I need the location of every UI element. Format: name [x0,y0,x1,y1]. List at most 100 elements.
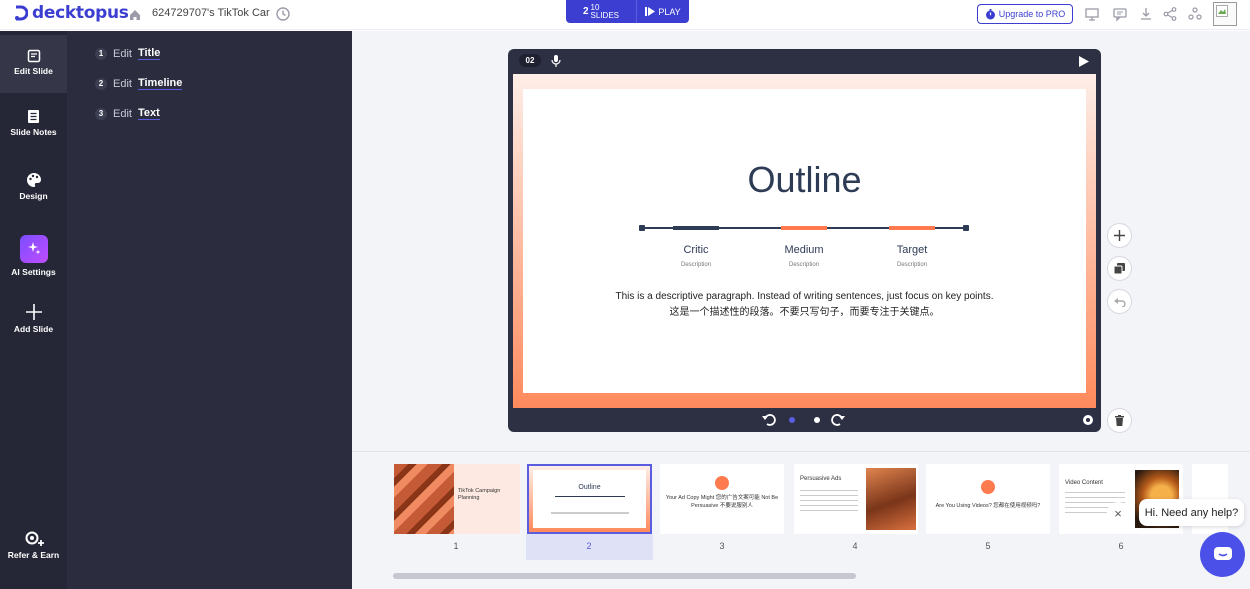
slide-paragraph[interactable]: This is a descriptive paragraph. Instead… [523,289,1086,321]
timeline-description[interactable]: Description [862,262,962,268]
redo-transition-icon[interactable] [831,413,845,427]
paragraph-chinese: 这是一个描述性的段落。不要只写句子，而要专注于关键点。 [669,307,940,318]
history-icon[interactable] [275,6,291,22]
timeline-start-dot [639,225,645,231]
home-icon[interactable] [128,8,142,22]
slide-dot[interactable] [814,417,820,423]
duplicate-slide-button[interactable] [1107,256,1132,281]
broken-image-icon [1216,5,1228,17]
timeline-end-dot [963,225,969,231]
thumbnail-title: TikTok Campaign Planning [458,488,501,501]
edit-item-prefix: Edit [113,47,132,60]
refer-icon [25,531,44,546]
plus-icon [1114,230,1125,241]
slide-thumbnail[interactable]: Your Ad Copy Might 您的广告文案可能 Not Be Persu… [660,464,784,534]
play-label: PLAY [658,6,681,17]
edit-item-target: Text [137,107,160,120]
edit-slide-icon [27,49,40,63]
edit-item-target: Timeline [137,77,183,90]
thumbnail-title: Video Content [1065,480,1103,486]
duplicate-icon [1114,263,1125,274]
logo[interactable]: decktopus [14,3,129,23]
sidebar-item-edit-slide[interactable]: Edit Slide [0,35,67,93]
delete-slide-button[interactable] [1107,408,1132,433]
palette-icon [26,173,41,187]
present-icon[interactable] [1084,6,1100,22]
thumbnail-badge [981,480,995,494]
slides-counter[interactable]: 2 10 SLIDES [566,0,636,23]
upgrade-label: Upgrade to PRO [998,9,1066,19]
sidebar-label: Design [19,191,48,201]
document-title[interactable]: 624729707's TikTok Car [152,7,270,19]
slides-word: SLIDES [590,10,620,20]
thumbnail-image [866,468,916,530]
camera-icon[interactable] [1082,414,1094,426]
slide-thumbnail-active[interactable]: Outline [527,464,652,534]
timeline-label[interactable]: Target [862,244,962,256]
edit-item-number: 3 [95,107,107,120]
timeline-label[interactable]: Critic [646,244,746,256]
timeline-label[interactable]: Medium [754,244,854,256]
timeline-segment [781,226,827,230]
sidebar-label: Refer & Earn [7,550,60,560]
present-slide-icon[interactable] [1079,56,1089,67]
slide-number-badge: 02 [519,54,541,67]
timeline-description[interactable]: Description [754,262,854,268]
user-avatar[interactable] [1213,2,1237,26]
sidebar-item-ai-settings[interactable]: AI Settings [0,235,67,283]
sidebar-label: Add Slide [13,324,54,334]
sidebar-item-add-slide[interactable]: Add Slide [0,303,67,343]
stopwatch-icon [985,8,995,19]
slide-thumbnail[interactable]: Are You Using Videos? 您都在使用视频吗? [926,464,1050,534]
edit-item-prefix: Edit [113,107,132,120]
undo-icon [1113,297,1126,307]
top-bar: decktopus 624729707's TikTok Car 2 10 SL… [0,0,1250,30]
sidebar-item-refer-earn[interactable]: Refer & Earn [0,529,67,569]
help-close-button[interactable]: × [1107,502,1129,524]
thumbnail-timeline [555,496,625,497]
slides-current: 2 [582,6,589,17]
chat-button[interactable] [1200,532,1245,577]
thumbnail-scrollbar[interactable] [393,573,856,579]
edit-item-timeline[interactable]: 2 Edit Timeline [95,77,183,90]
help-bubble[interactable]: Hi. Need any help? [1139,499,1244,526]
thumbnail-number: 4 [852,541,858,551]
upgrade-button[interactable]: Upgrade to PRO [977,4,1073,24]
edit-item-number: 1 [95,47,107,60]
slide-thumbnail[interactable]: TikTok Campaign Planning [394,464,520,534]
slide-navigation [508,408,1101,432]
thumbnail-image [394,464,454,534]
add-element-button[interactable] [1107,223,1132,248]
edit-item-number: 2 [95,77,107,90]
timeline-description[interactable]: Description [646,262,746,268]
undo-button[interactable] [1107,289,1132,314]
thumbnail-inner: Outline [533,470,646,528]
comment-icon[interactable] [1112,6,1128,22]
edit-item-text[interactable]: 3 Edit Text [95,107,160,120]
thumbnail-number: 1 [453,541,459,551]
download-icon[interactable] [1138,6,1154,22]
sidebar-label: Slide Notes [10,127,57,137]
timeline-segment [673,226,719,230]
microphone-icon[interactable] [551,55,561,67]
notes-icon [28,110,39,123]
edit-item-title[interactable]: 1 Edit Title [95,47,161,60]
slide-title[interactable]: Outline [523,159,1086,201]
edit-item-target: Title [137,47,161,60]
sidebar: Edit Slide Slide Notes Design AI Setting… [0,31,67,589]
sidebar-item-design[interactable]: Design [0,172,67,212]
slide-dot-active[interactable] [789,417,795,423]
thumbnail-text-line [551,512,629,514]
slide-canvas[interactable]: Outline Critic Description Medium Descri… [523,89,1086,393]
sidebar-item-slide-notes[interactable]: Slide Notes [0,109,67,149]
thumbnail-text-lines [800,490,858,514]
play-button[interactable]: PLAY [636,0,689,23]
thumbnail-title: Persuasive Ads [800,476,842,482]
plus-icon [25,304,42,320]
brand-name: decktopus [32,3,129,23]
timeline-segment [889,226,935,230]
share-icon[interactable] [1162,6,1178,22]
collaborators-icon[interactable] [1187,6,1203,22]
undo-transition-icon[interactable] [762,413,776,427]
slide-thumbnail[interactable]: Persuasive Ads [794,464,918,534]
